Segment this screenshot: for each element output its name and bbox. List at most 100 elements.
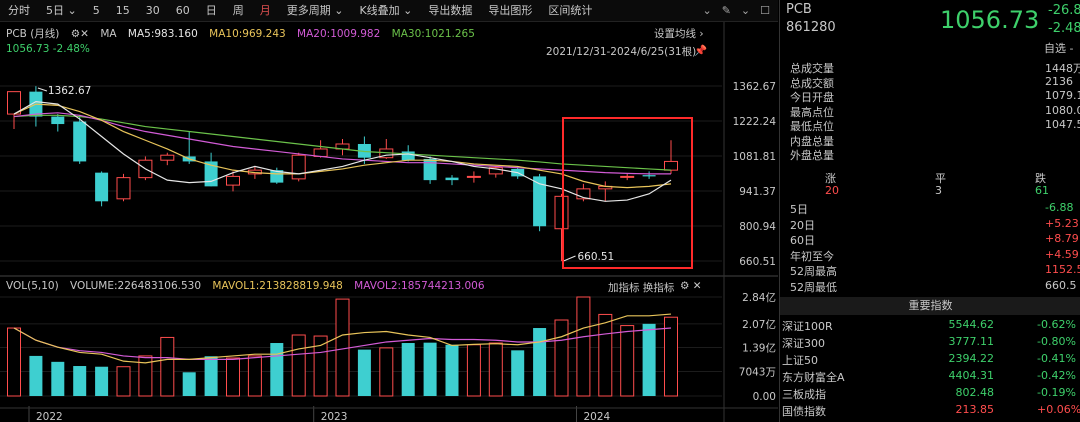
period-tab[interactable]: 日 (198, 0, 225, 22)
volume-bar (7, 327, 21, 397)
stat-row: 外盘总量 (790, 147, 1080, 162)
edit-icon[interactable]: ✎ (722, 4, 731, 17)
period-row: 20日 +5.23 (790, 216, 1080, 232)
low-arrow (563, 255, 576, 262)
stat-value: 1047.5 (1045, 118, 1080, 131)
index-name: 上证50 (782, 354, 818, 367)
breadth-value: 20 (825, 184, 839, 197)
period-tab[interactable]: 5 (85, 0, 108, 22)
period-value: 660.5 (1045, 278, 1077, 292)
indicator-settings-icon[interactable]: ⚙ ✕ (680, 280, 702, 292)
candle-body (401, 151, 415, 161)
index-number: 861280 (786, 20, 836, 35)
index-name: 国债指数 (782, 405, 826, 418)
period-tab[interactable]: 更多周期 ⌄ (279, 0, 352, 22)
high-arrow (37, 87, 48, 92)
period-value: -6.88 (1045, 201, 1074, 214)
volume-bar (401, 343, 415, 396)
volume-axis-label: 0.00 (753, 391, 776, 403)
volume-bar (511, 350, 525, 396)
candle-body (116, 177, 131, 200)
index-change: -0.42% (1037, 369, 1076, 382)
dropdown-icon[interactable]: ⌄ (741, 4, 750, 17)
period-row: 5日 -6.88 (790, 201, 1080, 216)
volume-axis-label: 7043万 (739, 366, 776, 378)
volume-bar (357, 349, 371, 396)
index-change: -0.41% (1037, 352, 1076, 365)
candle-body (466, 175, 481, 178)
volume-bar (423, 342, 437, 396)
period-tab[interactable]: 月 (252, 0, 279, 22)
x-axis-label: 2022 (36, 411, 63, 422)
low-annotation: 660.51 (578, 251, 615, 263)
volume-bar (488, 342, 503, 397)
volume-axis-label: 2.84亿 (742, 291, 776, 304)
indicator-controls[interactable]: 加指标 换指标 (608, 280, 674, 295)
quote-panel: PCB 861280 1056.73 -26.87 -2.48% 自选 - 总成… (779, 0, 1080, 422)
index-price: 4404.31 (948, 369, 995, 382)
period-tab[interactable]: 5日 ⌄ (38, 0, 85, 22)
volume-bar (270, 343, 284, 396)
period-tab[interactable]: 导出图形 (480, 0, 540, 22)
stat-row: 今日开盘 1079.1 (790, 89, 1080, 104)
volume-bar (247, 355, 262, 397)
volume-bar (554, 319, 569, 397)
self-select-button[interactable]: 自选 - (1044, 40, 1073, 56)
volume-bar (379, 347, 394, 397)
period-tab[interactable]: 周 (225, 0, 252, 22)
candle-body (7, 91, 21, 115)
period-row: 年初至今 +4.59 (790, 248, 1080, 263)
index-row[interactable]: 三板成指 802.48 -0.19% (782, 386, 1080, 401)
window-icon[interactable]: ☐ (760, 4, 770, 17)
volume-legend: VOL(5,10) VOLUME:226483106.530 MAVOL1:21… (6, 280, 493, 292)
index-row[interactable]: 上证50 2394.22 -0.41% (782, 352, 1080, 367)
index-name: 深证100R (782, 320, 833, 333)
period-tab[interactable]: 60 (168, 0, 198, 22)
period-tab[interactable]: 分时 (0, 0, 38, 22)
volume-bar (226, 357, 240, 397)
x-axis-label: 2024 (584, 411, 611, 422)
volume-bar (533, 328, 547, 396)
candle-body (226, 175, 240, 186)
breadth-label: 涨 (825, 172, 836, 185)
volume-bar (466, 344, 481, 397)
volume-bar (116, 366, 131, 397)
breadth-label: 平 (935, 172, 946, 185)
volume-bar (576, 296, 591, 397)
period-tab[interactable]: 区间统计 (540, 0, 600, 22)
candle-body (620, 175, 635, 178)
candle-body (95, 172, 109, 202)
candle-body (445, 177, 459, 181)
period-tab[interactable]: 导出数据 (420, 0, 480, 22)
x-axis-label: 2023 (321, 411, 348, 422)
volume-bar (160, 336, 175, 397)
kline-chart[interactable]: 1362.67 1222.24 1081.81 941.37 800.94 660.51 2… (0, 22, 778, 422)
index-row[interactable]: 深证100R 5544.62 -0.62% (782, 318, 1080, 333)
volume-bar (29, 355, 43, 396)
change-pct: -2.48% (1048, 21, 1080, 36)
stat-value: 1079.1 (1045, 89, 1080, 102)
index-row[interactable]: 深证300 3777.11 -0.80% (782, 335, 1080, 350)
period-value: 1152.5 (1045, 263, 1080, 276)
index-row[interactable]: 国债指数 213.85 +0.06% (782, 403, 1080, 418)
toolbar-icons: ⌄ ✎ ⌄ ☐ (702, 4, 778, 17)
index-row[interactable]: 东方财富全A 4404.31 -0.42% (782, 369, 1080, 384)
period-label: 年初至今 (790, 249, 834, 263)
candle-body (73, 121, 87, 162)
index-name: 东方财富全A (782, 371, 845, 384)
stat-value: 1080.0 (1045, 103, 1080, 117)
period-tab[interactable]: 30 (138, 0, 168, 22)
volume-value: VOLUME:226483106.530 (70, 280, 202, 292)
period-label: 5日 (790, 203, 808, 216)
stat-value: 2136 (1045, 74, 1073, 88)
collapse-icon[interactable]: ⌄ (702, 4, 711, 17)
period-value: +5.23 (1045, 216, 1079, 230)
period-tab[interactable]: 15 (108, 0, 138, 22)
breadth-value: 61 (1035, 184, 1049, 197)
index-price: 5544.62 (948, 318, 995, 331)
price-axis-label: 941.37 (739, 186, 776, 198)
volume-bar (73, 366, 87, 396)
price-axis-label: 1362.67 (733, 81, 776, 93)
volume-axis-label: 2.07亿 (742, 318, 776, 331)
period-tab[interactable]: K线叠加 ⌄ (351, 0, 420, 22)
